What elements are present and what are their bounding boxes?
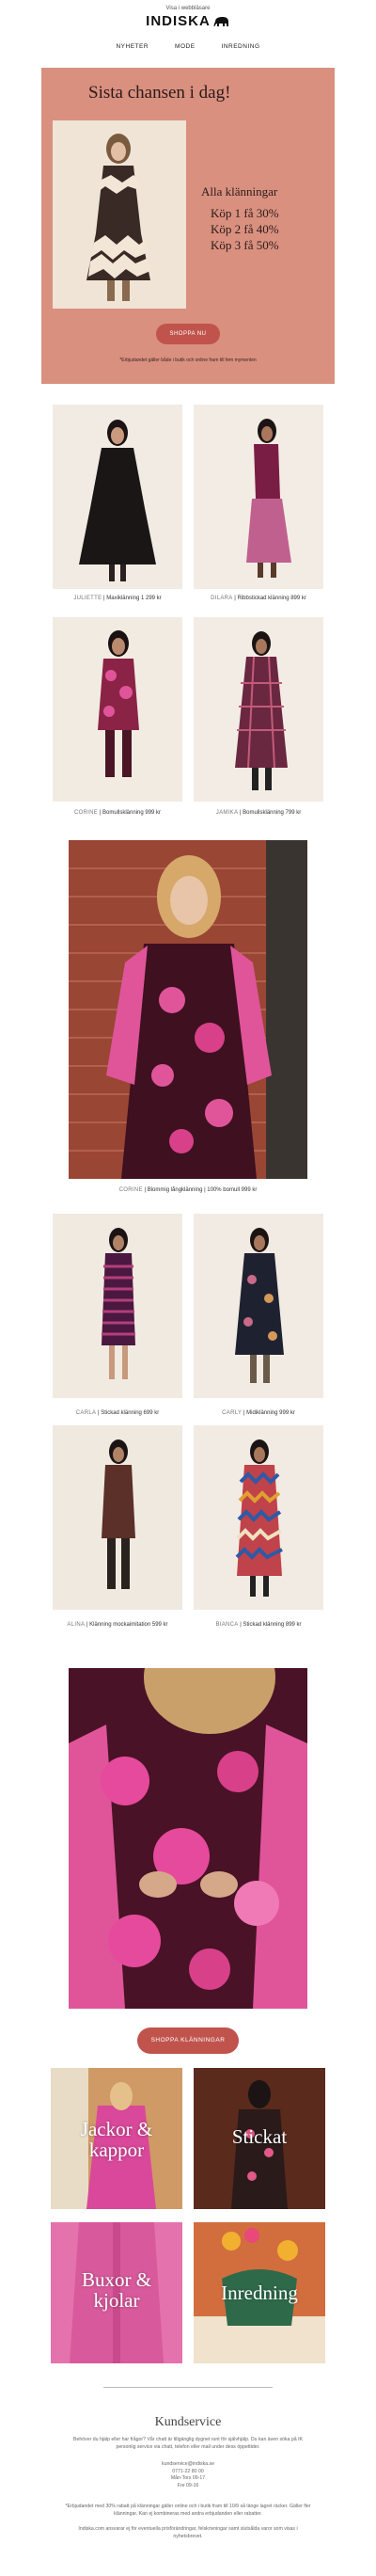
product-desc: Bomullsklänning 999 kr [102, 810, 162, 816]
product-desc: Bomullsklänning 799 kr [243, 810, 302, 816]
product-image-bianca[interactable] [194, 1425, 323, 1610]
indiska-logo[interactable]: INDISKA [0, 13, 376, 29]
offer-line-1: Köp 1 få 30% [211, 206, 279, 220]
nav-inredning[interactable]: INREDNING [222, 43, 260, 50]
category-interior[interactable]: Inredning [194, 2222, 325, 2363]
product-desc: Ribbstickad klänning 899 kr [237, 596, 306, 601]
category-trousers-skirts[interactable]: Buxor & kjolar [51, 2222, 182, 2363]
main-nav: NYHETER MODE INREDNING [0, 43, 376, 50]
product-name: JULIETTE [73, 596, 102, 601]
hero-title: Sista chansen i dag! [88, 83, 231, 103]
product-name: CARLY [222, 1410, 243, 1416]
product-name: CORINE [118, 1187, 143, 1193]
logo-text: INDISKA [146, 13, 211, 29]
hero-disclaimer: *Erbjudandet gäller både i butik och onl… [119, 358, 257, 363]
nav-nyheter[interactable]: NYHETER [116, 43, 149, 50]
product-image-alina[interactable] [53, 1425, 182, 1610]
shop-dresses-button[interactable]: SHOPPA KLÄNNINGAR [137, 2027, 239, 2054]
contact-phone[interactable]: 0771-22 80 00 [56, 2469, 320, 2476]
category-jackets-coats[interactable]: Jackor & kappor [51, 2068, 182, 2209]
product-caption-8: ALINA | Klänning mockaimitation 599 kr [67, 1622, 168, 1628]
product-name: CORINE [73, 810, 99, 816]
product-caption-2: DILARA | Ribbstickad klänning 899 kr [211, 596, 306, 601]
footer-divider [103, 2387, 273, 2388]
hero-banner[interactable]: Sista chansen i dag! Alla klänningar Köp… [41, 68, 335, 384]
product-image-corine[interactable] [53, 617, 182, 802]
product-caption-4: JAMIKA | Bomullsklänning 799 kr [215, 810, 302, 816]
product-name: DILARA [211, 596, 233, 601]
feature-caption: CORINE | Blommig långklänning | 100% bom… [118, 1187, 258, 1193]
offer-line-2: Köp 2 få 40% [211, 222, 279, 236]
product-name: ALINA [67, 1622, 86, 1628]
offer-disclaimer: *Erbjudandet med 30% rabatt på klänninga… [65, 2504, 311, 2517]
feature-closeup-image[interactable] [69, 1668, 307, 2009]
product-desc: Klänning mockaimitation 599 kr [89, 1622, 168, 1628]
product-caption-9: BIANCA | Stickad klänning 899 kr [215, 1622, 302, 1628]
contact-email[interactable]: kundservice@indiska.se [56, 2461, 320, 2469]
hero-photo[interactable] [53, 120, 186, 309]
feature-image-corine[interactable] [69, 840, 307, 1179]
product-desc: Midiklänning 999 kr [246, 1410, 295, 1416]
category-label: Inredning [221, 2282, 298, 2304]
product-image-carla[interactable] [53, 1214, 182, 1398]
category-knitwear[interactable]: Stickat [194, 2068, 325, 2209]
product-desc: Stickad klänning 699 kr [101, 1410, 160, 1416]
product-image-carly[interactable] [194, 1214, 323, 1398]
liability-note: Indiska.com ansvarar ej för eventuella p… [78, 2526, 298, 2539]
product-desc: Stickad klänning 899 kr [243, 1622, 302, 1628]
product-caption-1: JULIETTE | Maxiklänning 1 299 kr [73, 596, 162, 601]
product-caption-3: CORINE | Bomullsklänning 999 kr [73, 810, 162, 816]
product-desc: Blommig långklänning | 100% bomull 999 k… [147, 1187, 258, 1193]
elephant-icon [213, 17, 228, 26]
hero-offer: Alla klänningar Köp 1 få 30% Köp 2 få 40… [201, 184, 279, 253]
category-label: Jackor & kappor [80, 2118, 153, 2161]
product-desc: Maxiklänning 1 299 kr [106, 596, 162, 601]
product-name: BIANCA [215, 1622, 239, 1628]
product-caption-6: CARLA | Stickad klänning 699 kr [75, 1410, 160, 1416]
category-label: Stickat [231, 2125, 288, 2148]
product-caption-7: CARLY | Midiklänning 999 kr [222, 1410, 295, 1416]
customer-service-contact: kundservice@indiska.se 0771-22 80 00 Mån… [56, 2461, 320, 2489]
product-name: JAMIKA [215, 810, 239, 816]
view-in-browser-link[interactable]: Visa i webbläsare [0, 6, 376, 11]
customer-service-intro: Behöver du hjälp eller har frågor? Vår c… [73, 2437, 303, 2450]
customer-service-title: Kundservice [154, 2415, 222, 2429]
product-image-juliette[interactable] [53, 405, 182, 589]
product-image-jamika[interactable] [194, 617, 323, 802]
product-image-dilara[interactable] [194, 405, 323, 589]
offer-line-3: Köp 3 få 50% [211, 238, 279, 252]
nav-mode[interactable]: MODE [175, 43, 196, 50]
category-label: Buxor & kjolar [81, 2268, 152, 2312]
offer-heading: Alla klänningar [201, 184, 278, 199]
shop-now-button[interactable]: SHOPPA NU [156, 324, 220, 344]
product-name: CARLA [75, 1410, 97, 1416]
